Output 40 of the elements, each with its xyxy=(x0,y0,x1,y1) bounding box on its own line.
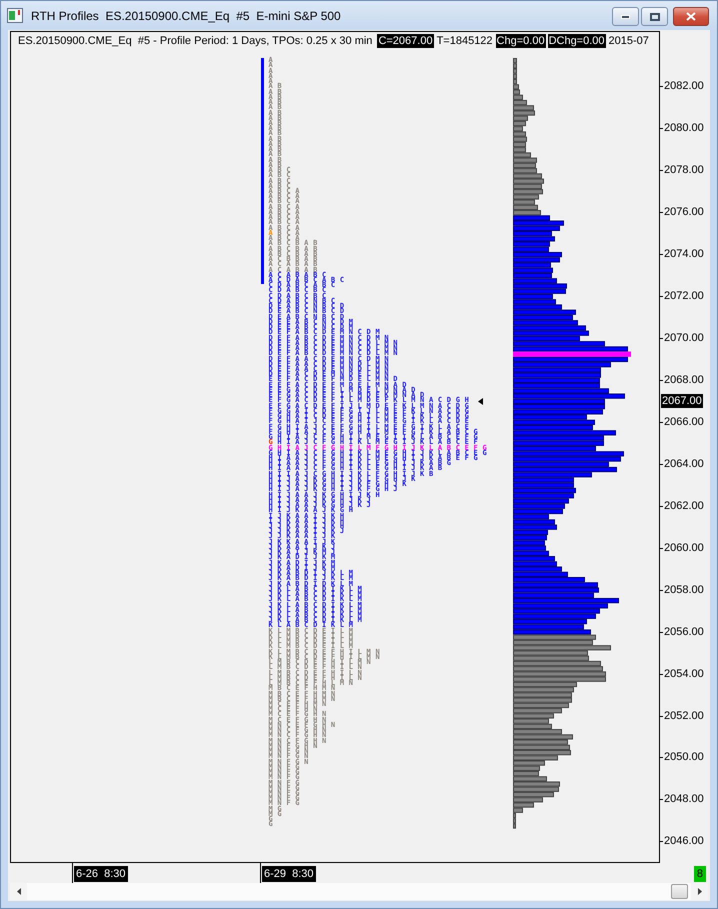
stat-label: C=2067.00 xyxy=(377,34,434,48)
price-label: 2068.00 xyxy=(664,374,704,388)
scrollbar-thumb[interactable] xyxy=(671,884,688,899)
maximize-button[interactable] xyxy=(641,7,668,26)
price-label: 2058.00 xyxy=(664,584,704,597)
profile-description: ES.20150900.CME_Eq #5 - Profile Period: 1 Days, TPOs: 0.25 x 30 min xyxy=(18,34,372,48)
price-label: 2046.00 xyxy=(664,835,704,848)
price-label: 2072.00 xyxy=(664,290,704,304)
stat-label: Chg=0.00 xyxy=(496,34,546,48)
price-label: 2064.00 xyxy=(664,458,704,471)
price-label: 2074.00 xyxy=(664,248,704,262)
price-label: 2080.00 xyxy=(664,122,704,136)
minimize-button[interactable] xyxy=(612,7,639,26)
maximize-icon xyxy=(650,12,660,20)
price-label: 2056.00 xyxy=(664,626,704,639)
price-label: 2048.00 xyxy=(664,793,704,806)
window-title: RTH Profiles ES.20150900.CME_Eq #5 E-mini S&P 500 xyxy=(31,9,341,24)
stat-label: DChg=0.00 xyxy=(548,34,606,48)
indicator-badge: 8 xyxy=(694,866,706,882)
price-label: 2070.00 xyxy=(664,332,704,346)
price-label: 2054.00 xyxy=(664,668,704,681)
close-button[interactable] xyxy=(673,7,709,26)
time-label: 6-26 8:30 xyxy=(74,866,128,882)
stat-label: 2015-07 xyxy=(608,34,650,48)
current-price-label: 2067.00 xyxy=(661,394,703,408)
minimize-icon xyxy=(621,14,630,18)
close-icon xyxy=(686,12,696,21)
time-label: 6-29 8:30 xyxy=(262,866,316,882)
price-label: 2060.00 xyxy=(664,542,704,555)
price-label: 2082.00 xyxy=(664,80,704,94)
price-label: 2076.00 xyxy=(664,206,704,220)
price-label: 2066.00 xyxy=(664,416,704,429)
price-label: 2050.00 xyxy=(664,751,704,764)
price-label: 2078.00 xyxy=(664,164,704,178)
price-label: 2052.00 xyxy=(664,710,704,723)
app-window-icon xyxy=(7,8,23,23)
caret-left-icon xyxy=(16,888,20,895)
caret-right-icon xyxy=(698,888,702,895)
price-label: 2062.00 xyxy=(664,500,704,513)
stat-label: T=1845122 xyxy=(436,34,494,48)
